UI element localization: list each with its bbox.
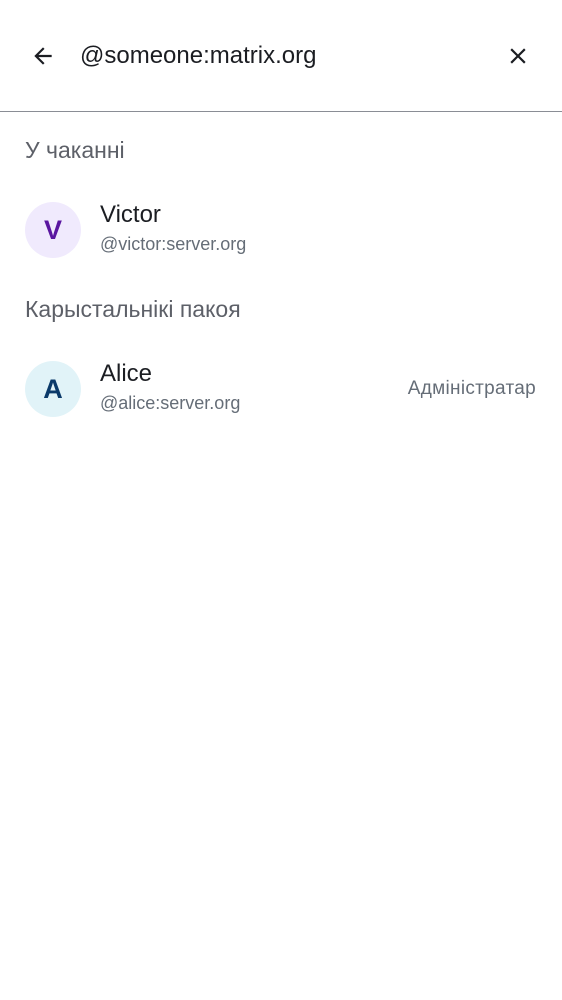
section-header-invited: У чаканні [25,137,125,163]
avatar: A [25,361,81,417]
member-user-id: @alice:server.org [100,393,241,413]
avatar: V [25,202,81,258]
close-icon [510,48,526,64]
search-top-bar [0,0,562,112]
member-name: Victor [100,201,161,228]
member-name: Alice [100,360,153,387]
list-item-invited-member[interactable]: V Victor @victor:server.org [0,190,562,270]
clear-search-button[interactable] [494,32,542,80]
member-user-id: @victor:server.org [100,234,247,254]
search-input[interactable] [80,36,480,76]
member-role-badge: Адміністратар [407,378,536,399]
arrow-left-icon [34,47,52,65]
list-item-room-member[interactable]: A Alice @alice:server.org Адміністратар [0,349,562,429]
section-header-room-members: Карыстальнікі пакоя [25,296,241,322]
back-button[interactable] [19,32,67,80]
